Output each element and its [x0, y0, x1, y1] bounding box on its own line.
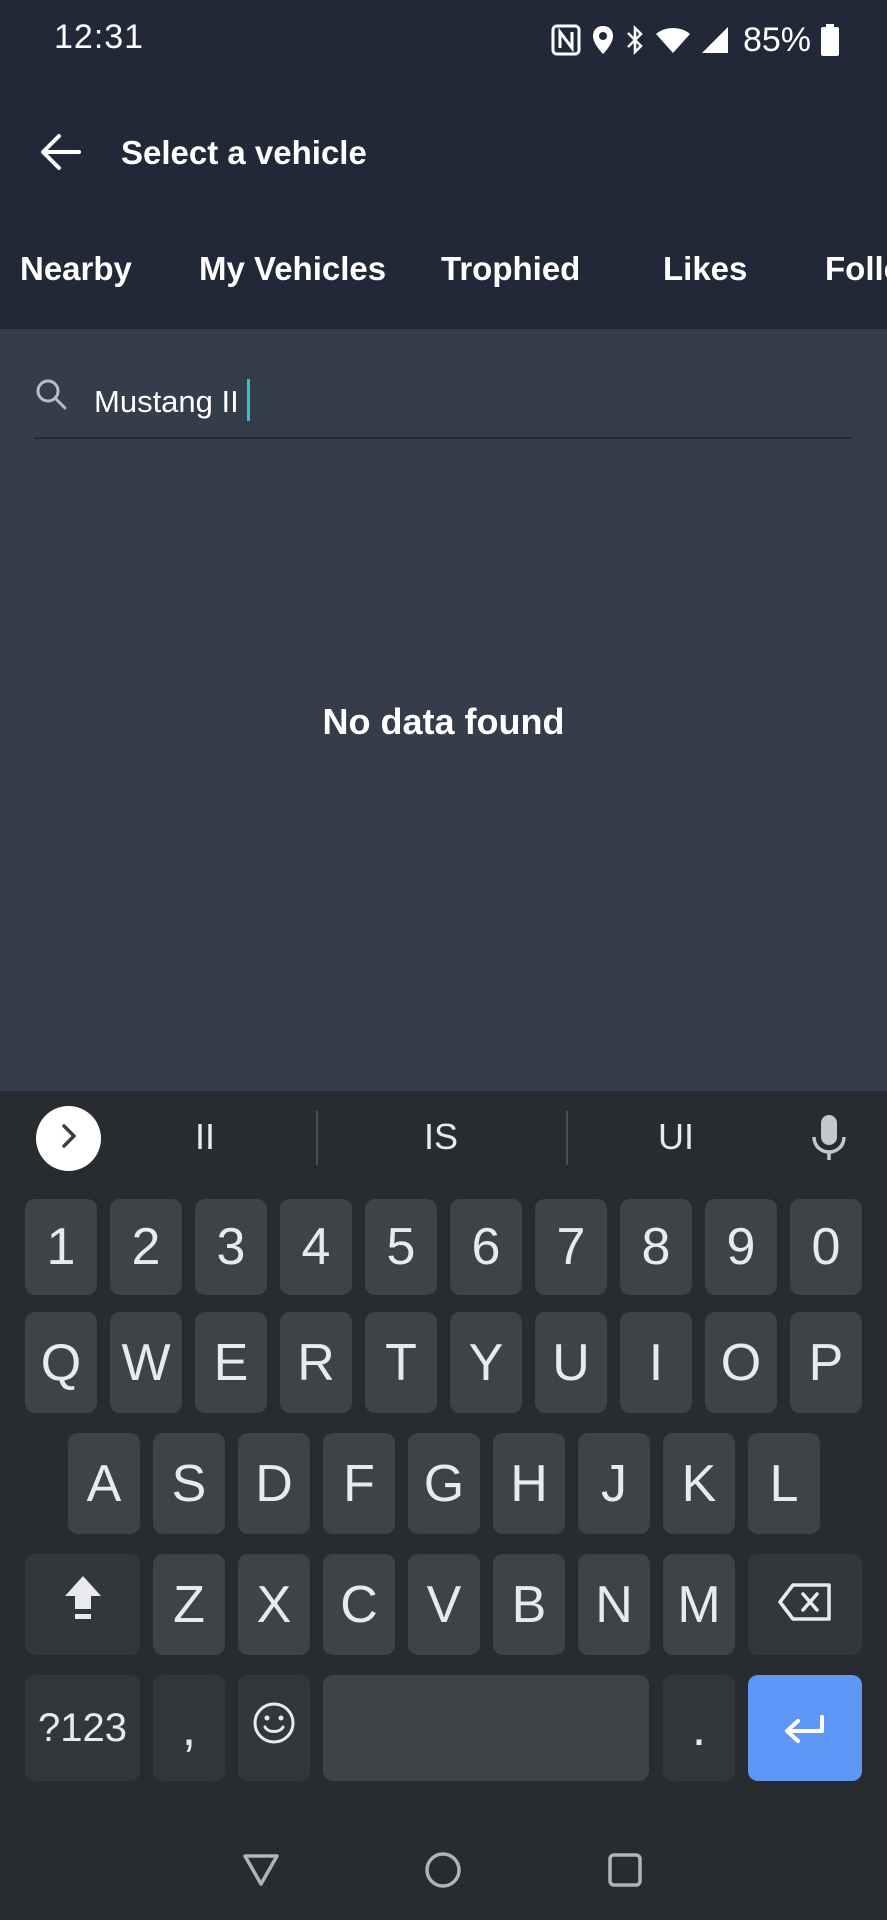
empty-state-message: No data found — [322, 701, 565, 742]
key-5[interactable]: 5 — [365, 1199, 437, 1295]
tab-following[interactable]: Follo — [825, 250, 887, 288]
signal-icon — [701, 25, 729, 55]
key-p[interactable]: P — [790, 1312, 862, 1413]
chevron-right-icon — [58, 1123, 80, 1154]
key-8[interactable]: 8 — [620, 1199, 692, 1295]
triangle-back-icon — [241, 1852, 281, 1893]
suggestion-item[interactable]: IS — [341, 1116, 541, 1158]
app-header: Select a vehicle — [0, 120, 887, 200]
tab-likes[interactable]: Likes — [663, 250, 747, 288]
key-9[interactable]: 9 — [705, 1199, 777, 1295]
key-m[interactable]: M — [663, 1554, 735, 1655]
key-z[interactable]: Z — [153, 1554, 225, 1655]
back-button[interactable] — [30, 124, 90, 184]
status-bar: 12:31 85% — [0, 0, 887, 80]
key-t[interactable]: T — [365, 1312, 437, 1413]
suggestion-divider — [566, 1111, 568, 1165]
search-bar — [34, 369, 852, 439]
battery-icon — [821, 24, 839, 56]
arrow-left-icon — [39, 133, 81, 176]
backspace-icon — [777, 1575, 833, 1635]
enter-key[interactable] — [748, 1675, 862, 1781]
app-top-bar: 12:31 85% Select a vehicle Nearby My Veh… — [0, 0, 887, 329]
location-icon — [591, 24, 615, 56]
shift-arrow-icon — [61, 1573, 105, 1636]
key-j[interactable]: J — [578, 1433, 650, 1534]
key-d[interactable]: D — [238, 1433, 310, 1534]
page-title: Select a vehicle — [121, 134, 367, 171]
period-key[interactable]: . — [663, 1675, 735, 1781]
suggestion-divider — [316, 1111, 318, 1165]
search-icon — [34, 377, 68, 416]
key-4[interactable]: 4 — [280, 1199, 352, 1295]
key-x[interactable]: X — [238, 1554, 310, 1655]
symbols-key[interactable]: ?123 — [25, 1675, 140, 1781]
wifi-icon — [655, 25, 691, 55]
key-s[interactable]: S — [153, 1433, 225, 1534]
circle-home-icon — [423, 1850, 463, 1895]
comma-key[interactable]: , — [153, 1675, 225, 1781]
suggestion-item[interactable]: II — [105, 1116, 305, 1158]
key-6[interactable]: 6 — [450, 1199, 522, 1295]
key-n[interactable]: N — [578, 1554, 650, 1655]
key-k[interactable]: K — [663, 1433, 735, 1534]
key-0[interactable]: 0 — [790, 1199, 862, 1295]
battery-percent: 85% — [742, 20, 811, 59]
nav-recents-button[interactable] — [590, 1837, 660, 1907]
key-7[interactable]: 7 — [535, 1199, 607, 1295]
suggestion-bar: II IS UI — [0, 1091, 887, 1191]
nav-home-button[interactable] — [408, 1837, 478, 1907]
key-f[interactable]: F — [323, 1433, 395, 1534]
system-navigation-bar — [0, 1827, 887, 1920]
space-bar[interactable] — [323, 1675, 649, 1781]
key-i[interactable]: I — [620, 1312, 692, 1413]
suggestion-item[interactable]: UI — [576, 1116, 776, 1158]
key-a[interactable]: A — [68, 1433, 140, 1534]
key-1[interactable]: 1 — [25, 1199, 97, 1295]
key-3[interactable]: 3 — [195, 1199, 267, 1295]
on-screen-keyboard: II IS UI 1 2 3 4 5 6 7 8 9 0 Q W E R T Y… — [0, 1091, 887, 1827]
shift-key[interactable] — [25, 1554, 140, 1655]
key-y[interactable]: Y — [450, 1312, 522, 1413]
tab-trophied[interactable]: Trophied — [441, 250, 580, 288]
key-l[interactable]: L — [748, 1433, 820, 1534]
nav-back-button[interactable] — [226, 1837, 296, 1907]
key-u[interactable]: U — [535, 1312, 607, 1413]
smiley-icon — [252, 1698, 296, 1758]
status-icons: 85% — [551, 18, 839, 62]
key-v[interactable]: V — [408, 1554, 480, 1655]
key-r[interactable]: R — [280, 1312, 352, 1413]
key-g[interactable]: G — [408, 1433, 480, 1534]
key-w[interactable]: W — [110, 1312, 182, 1413]
emoji-key[interactable] — [238, 1675, 310, 1781]
key-e[interactable]: E — [195, 1312, 267, 1413]
backspace-key[interactable] — [748, 1554, 862, 1655]
key-b[interactable]: B — [493, 1554, 565, 1655]
key-h[interactable]: H — [493, 1433, 565, 1534]
key-o[interactable]: O — [705, 1312, 777, 1413]
key-c[interactable]: C — [323, 1554, 395, 1655]
key-2[interactable]: 2 — [110, 1199, 182, 1295]
suggestion-expand-button[interactable] — [36, 1106, 101, 1171]
bluetooth-icon — [625, 24, 645, 56]
tab-my-vehicles[interactable]: My Vehicles — [199, 250, 386, 288]
microphone-icon[interactable] — [808, 1113, 850, 1168]
tab-bar: Nearby My Vehicles Trophied Likes Follo — [0, 240, 887, 300]
enter-arrow-icon — [782, 1698, 828, 1758]
content-area: No data found — [0, 329, 887, 1091]
status-time: 12:31 — [54, 18, 145, 56]
tab-nearby[interactable]: Nearby — [20, 250, 132, 288]
key-q[interactable]: Q — [25, 1312, 97, 1413]
text-caret — [247, 379, 250, 421]
nfc-icon — [551, 24, 581, 56]
search-input[interactable] — [94, 379, 834, 425]
square-recents-icon — [606, 1851, 644, 1894]
